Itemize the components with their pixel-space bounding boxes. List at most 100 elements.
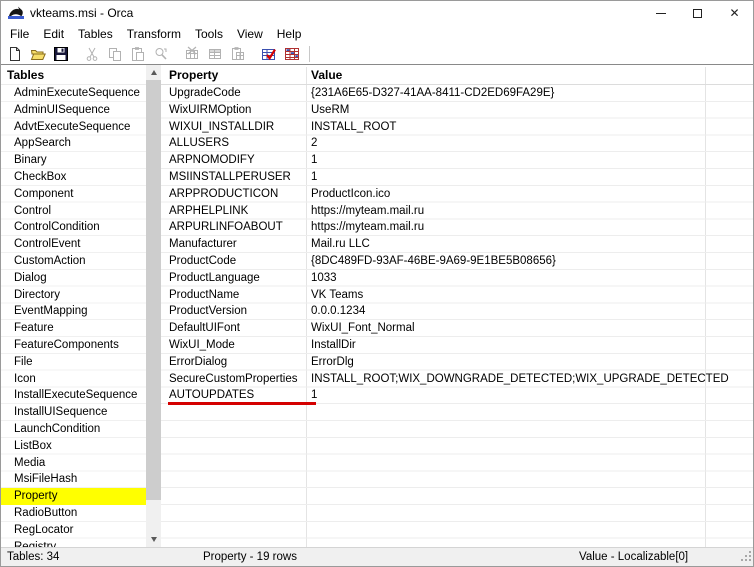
sidebar-item-adminuisequence[interactable]: AdminUISequence (1, 102, 146, 119)
close-button[interactable]: ✕ (716, 1, 753, 25)
property-cell[interactable]: ProductVersion (161, 303, 306, 320)
table-row[interactable]: ARPURLINFOABOUThttps://myteam.mail.ru (161, 219, 753, 236)
maximize-button[interactable] (679, 1, 716, 25)
table-row[interactable]: ARPPRODUCTICONProductIcon.ico (161, 186, 753, 203)
property-cell[interactable]: UpgradeCode (161, 85, 306, 102)
value-cell[interactable]: https://myteam.mail.ru (306, 219, 424, 236)
table-row[interactable]: UpgradeCode{231A6E65-D327-41AA-8411-CD2E… (161, 85, 753, 102)
minimize-button[interactable] (642, 1, 679, 25)
value-cell[interactable]: INSTALL_ROOT (306, 119, 396, 136)
sidebar-item-icon[interactable]: Icon (1, 371, 146, 388)
table-row[interactable]: ProductNameVK Teams (161, 287, 753, 304)
property-cell[interactable]: MSIINSTALLPERUSER (161, 169, 306, 186)
menu-edit[interactable]: Edit (36, 26, 71, 42)
column-header-value[interactable]: Value (311, 68, 342, 82)
sidebar-item-feature[interactable]: Feature (1, 320, 146, 337)
column-header-property[interactable]: Property (169, 68, 218, 82)
value-cell[interactable]: 1 (306, 152, 317, 169)
sidebar-item-appsearch[interactable]: AppSearch (1, 135, 146, 152)
property-cell[interactable]: SecureCustomProperties (161, 371, 306, 388)
find-icon[interactable] (153, 46, 169, 62)
sidebar-item-featurecomponents[interactable]: FeatureComponents (1, 337, 146, 354)
title-bar[interactable]: vkteams.msi - Orca ✕ (1, 1, 753, 25)
table-row[interactable]: ProductCode{8DC489FD-93AF-46BE-9A69-9E1B… (161, 253, 753, 270)
property-cell[interactable]: WIXUI_INSTALLDIR (161, 119, 306, 136)
value-cell[interactable]: ErrorDlg (306, 354, 354, 371)
property-cell[interactable]: ProductName (161, 287, 306, 304)
scroll-down-icon[interactable] (146, 532, 161, 547)
table-row[interactable]: ProductVersion0.0.0.1234 (161, 303, 753, 320)
cut-rows-icon[interactable] (184, 46, 200, 62)
value-cell[interactable]: UseRM (306, 102, 349, 119)
sidebar-item-directory[interactable]: Directory (1, 287, 146, 304)
table-row[interactable]: AUTOUPDATES1 (161, 387, 753, 404)
property-cell[interactable]: ProductLanguage (161, 270, 306, 287)
value-cell[interactable]: Mail.ru LLC (306, 236, 370, 253)
property-cell[interactable]: ARPURLINFOABOUT (161, 219, 306, 236)
sidebar-item-listbox[interactable]: ListBox (1, 438, 146, 455)
value-cell[interactable]: WixUI_Font_Normal (306, 320, 415, 337)
value-cell[interactable]: ProductIcon.ico (306, 186, 390, 203)
copy-icon[interactable] (107, 46, 123, 62)
property-cell[interactable]: Manufacturer (161, 236, 306, 253)
sidebar-item-installexecutesequence[interactable]: InstallExecuteSequence (1, 387, 146, 404)
sidebar-item-media[interactable]: Media (1, 455, 146, 472)
paste-rows-icon[interactable] (230, 46, 246, 62)
tables-list[interactable]: AdminExecuteSequenceAdminUISequenceAdvtE… (1, 85, 146, 547)
value-cell[interactable]: 1 (306, 169, 317, 186)
scrollbar-thumb[interactable] (146, 80, 161, 500)
property-cell[interactable]: ErrorDialog (161, 354, 306, 371)
sidebar-item-controlcondition[interactable]: ControlCondition (1, 219, 146, 236)
menu-file[interactable]: File (3, 26, 36, 42)
value-cell[interactable]: https://myteam.mail.ru (306, 203, 424, 220)
table-row[interactable]: WixUIRMOptionUseRM (161, 102, 753, 119)
property-cell[interactable]: ARPNOMODIFY (161, 152, 306, 169)
save-icon[interactable] (53, 46, 69, 62)
sidebar-item-controlevent[interactable]: ControlEvent (1, 236, 146, 253)
table-row[interactable]: ALLUSERS2 (161, 135, 753, 152)
sidebar-item-checkbox[interactable]: CheckBox (1, 169, 146, 186)
value-cell[interactable]: 2 (306, 135, 317, 152)
export-tables-icon[interactable] (284, 46, 300, 62)
resize-grip-icon[interactable] (739, 549, 752, 565)
new-file-icon[interactable] (7, 46, 23, 62)
table-row[interactable]: DefaultUIFontWixUI_Font_Normal (161, 320, 753, 337)
table-row[interactable]: ARPNOMODIFY1 (161, 152, 753, 169)
table-row[interactable]: ErrorDialogErrorDlg (161, 354, 753, 371)
property-cell[interactable]: ARPHELPLINK (161, 203, 306, 220)
table-row[interactable]: ProductLanguage1033 (161, 270, 753, 287)
property-cell[interactable]: DefaultUIFont (161, 320, 306, 337)
property-cell[interactable]: ALLUSERS (161, 135, 306, 152)
table-row[interactable]: ManufacturerMail.ru LLC (161, 236, 753, 253)
sidebar-item-file[interactable]: File (1, 354, 146, 371)
sidebar-item-advtexecutesequence[interactable]: AdvtExecuteSequence (1, 119, 146, 136)
sidebar-item-radiobutton[interactable]: RadioButton (1, 505, 146, 522)
menu-transform[interactable]: Transform (120, 26, 188, 42)
sidebar-item-eventmapping[interactable]: EventMapping (1, 303, 146, 320)
sidebar-item-msifilehash[interactable]: MsiFileHash (1, 471, 146, 488)
value-cell[interactable]: {8DC489FD-93AF-46BE-9A69-9E1BE5B08656} (306, 253, 556, 270)
value-cell[interactable]: 0.0.0.1234 (306, 303, 365, 320)
sidebar-item-customaction[interactable]: CustomAction (1, 253, 146, 270)
menu-tables[interactable]: Tables (71, 26, 120, 42)
sidebar-item-launchcondition[interactable]: LaunchCondition (1, 421, 146, 438)
property-cell[interactable]: WixUI_Mode (161, 337, 306, 354)
copy-rows-icon[interactable] (207, 46, 223, 62)
menu-tools[interactable]: Tools (188, 26, 230, 42)
property-table-body[interactable]: UpgradeCode{231A6E65-D327-41AA-8411-CD2E… (161, 85, 753, 547)
sidebar-item-installuisequence[interactable]: InstallUISequence (1, 404, 146, 421)
menu-help[interactable]: Help (270, 26, 309, 42)
cut-icon[interactable] (84, 46, 100, 62)
table-row[interactable]: WixUI_ModeInstallDir (161, 337, 753, 354)
value-cell[interactable]: VK Teams (306, 287, 363, 304)
value-cell[interactable]: INSTALL_ROOT;WIX_DOWNGRADE_DETECTED;WIX_… (306, 371, 729, 388)
sidebar-item-dialog[interactable]: Dialog (1, 270, 146, 287)
value-cell[interactable]: 1033 (306, 270, 337, 287)
open-folder-icon[interactable] (30, 46, 46, 62)
property-cell[interactable]: WixUIRMOption (161, 102, 306, 119)
property-cell[interactable]: ProductCode (161, 253, 306, 270)
sidebar-item-adminexecutesequence[interactable]: AdminExecuteSequence (1, 85, 146, 102)
validate-icon[interactable] (261, 46, 277, 62)
table-row[interactable]: ARPHELPLINKhttps://myteam.mail.ru (161, 203, 753, 220)
menu-view[interactable]: View (230, 26, 270, 42)
